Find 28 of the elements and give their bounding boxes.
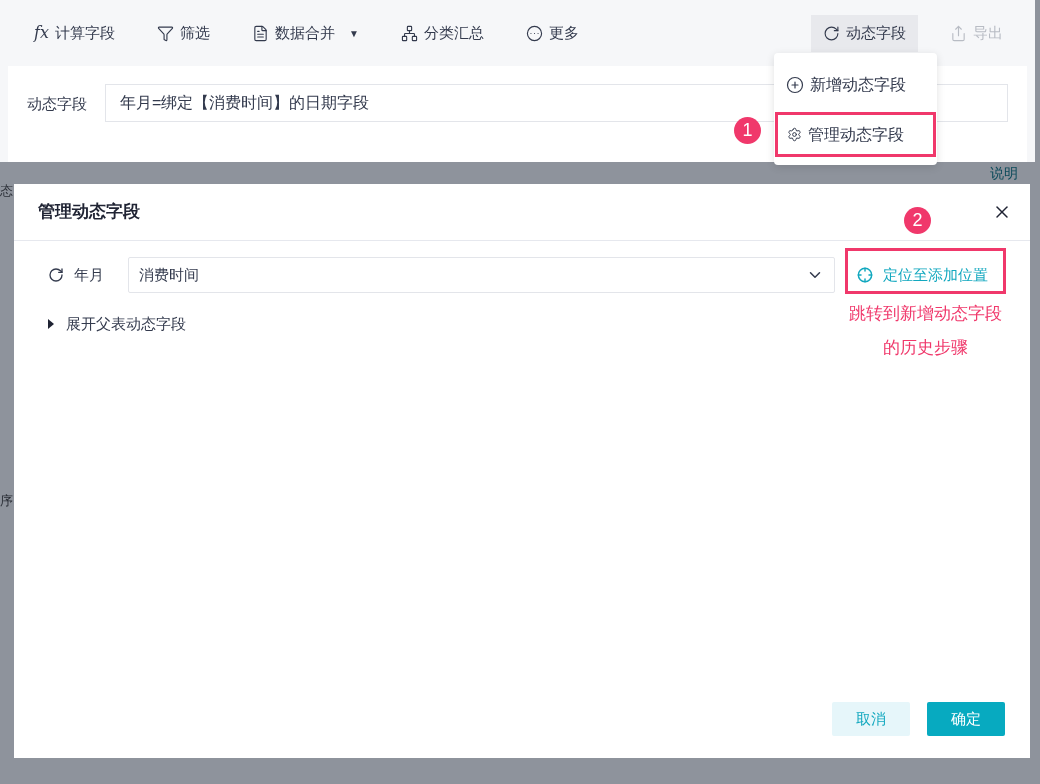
background-text: 态 bbox=[0, 184, 13, 197]
annotation-note: 的历史步骤 bbox=[882, 337, 968, 359]
toolbar-button[interactable]: 分类汇总 bbox=[388, 14, 496, 52]
toolbar-button[interactable]: 筛选 bbox=[144, 14, 222, 52]
settings-icon bbox=[787, 127, 802, 142]
toolbar-button[interactable]: 数据合并 ▼ bbox=[239, 14, 371, 52]
refresh-icon bbox=[823, 24, 840, 42]
caret-right-icon bbox=[48, 319, 54, 330]
caret-icon: ▼ bbox=[348, 25, 359, 41]
formula-icon: fx bbox=[34, 21, 49, 45]
dialog-title: 管理动态字段 bbox=[38, 201, 140, 224]
field-label: 动态字段 bbox=[27, 94, 87, 114]
document-icon bbox=[251, 24, 269, 42]
add-icon bbox=[786, 75, 804, 94]
expander[interactable]: 展开父表动态字段 bbox=[48, 313, 186, 336]
refresh-icon bbox=[48, 267, 64, 283]
background-text: 序 bbox=[0, 494, 13, 507]
field-select[interactable]: 消费时间 bbox=[128, 257, 835, 293]
field-name: 年月 bbox=[74, 264, 105, 285]
crosshair-icon bbox=[857, 267, 873, 283]
export-icon bbox=[950, 24, 967, 42]
toolbar-button[interactable]: 更多 bbox=[513, 14, 591, 52]
filter-icon bbox=[156, 24, 174, 42]
toolbar-button[interactable]: fx 计算字段 bbox=[22, 14, 127, 52]
toolbar-button[interactable]: 动态字段 bbox=[811, 14, 918, 52]
annotation-note: 跳转到新增动态字段 bbox=[848, 303, 1002, 325]
more-icon bbox=[525, 24, 543, 42]
hierarchy-icon bbox=[400, 24, 418, 42]
